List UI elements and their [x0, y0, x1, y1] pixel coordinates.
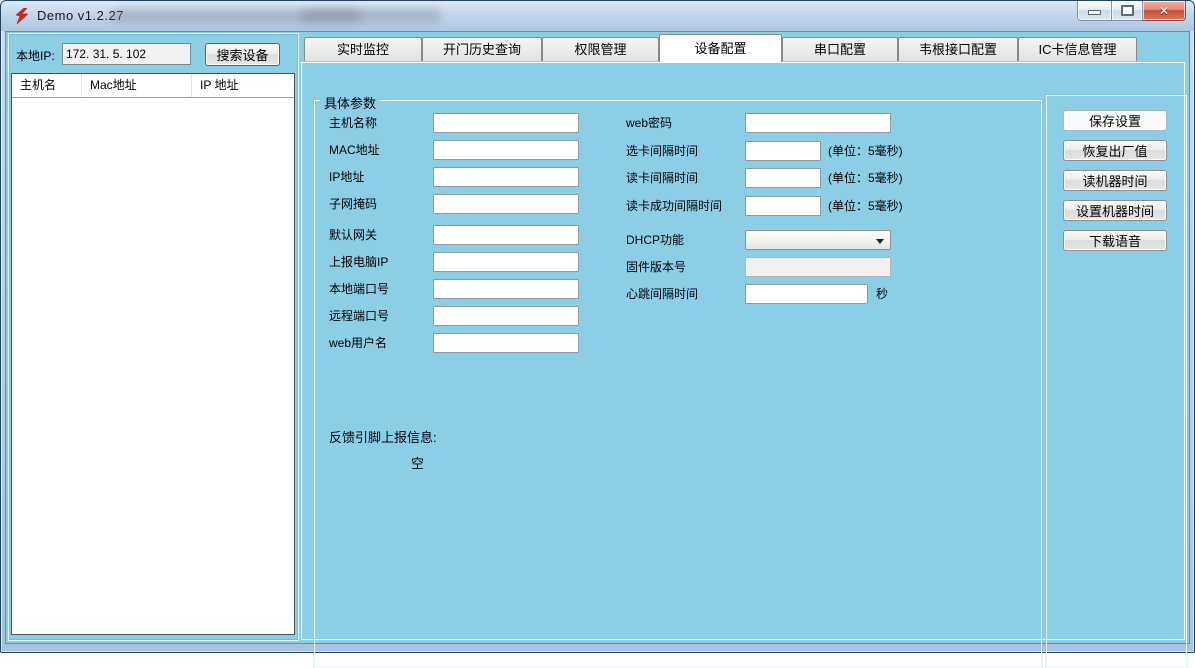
tab-wiegand-config[interactable]: 韦根接口配置 — [898, 37, 1018, 61]
device-list-body[interactable] — [12, 98, 294, 634]
local-port-label: 本地端口号 — [329, 279, 389, 299]
column-header-mac[interactable]: Mac地址 — [82, 74, 192, 97]
firmware-version-input — [745, 257, 891, 277]
device-list-header: 主机名 Mac地址 IP 地址 — [12, 74, 294, 98]
web-password-input[interactable] — [745, 113, 891, 133]
report-pc-ip-input[interactable] — [433, 252, 579, 272]
group-actions: 保存设置 恢复出厂值 读机器时间 设置机器时间 下载语音 — [1046, 95, 1187, 668]
card-read-interval-unit: (单位：5毫秒) — [828, 168, 903, 188]
web-password-label: web密码 — [626, 113, 672, 133]
tab-ic-card-info[interactable]: IC卡信息管理 — [1018, 37, 1137, 61]
local-ip-label: 本地IP: — [16, 47, 55, 64]
tab-permission-management[interactable]: 权限管理 — [542, 37, 659, 61]
card-read-interval-input[interactable] — [745, 168, 821, 188]
read-machine-time-button[interactable]: 读机器时间 — [1063, 170, 1167, 191]
card-read-success-interval-unit: (单位：5毫秒) — [828, 196, 903, 216]
card-select-interval-unit: (单位：5毫秒) — [828, 141, 903, 161]
set-machine-time-button[interactable]: 设置机器时间 — [1063, 200, 1167, 221]
card-select-interval-label: 选卡间隔时间 — [626, 141, 698, 161]
web-username-input[interactable] — [433, 333, 579, 353]
maximize-button[interactable] — [1112, 1, 1143, 21]
mac-address-input[interactable] — [433, 140, 579, 160]
column-header-hostname[interactable]: 主机名 — [12, 74, 82, 97]
card-read-success-interval-label: 读卡成功间隔时间 — [626, 196, 722, 216]
local-ip-input[interactable] — [62, 43, 191, 65]
save-settings-button[interactable]: 保存设置 — [1063, 110, 1167, 131]
ip-address-input[interactable] — [433, 167, 579, 187]
card-select-interval-input[interactable] — [745, 141, 821, 161]
firmware-version-label: 固件版本号 — [626, 257, 686, 277]
local-port-input[interactable] — [433, 279, 579, 299]
main-area: 实时监控 开门历史查询 权限管理 设备配置 串口配置 韦根接口配置 IC卡信息管… — [299, 32, 1189, 643]
group-specific-params: 具体参数 主机名称 MAC地址 IP地址 子网掩 — [314, 100, 1042, 668]
maximize-icon — [1121, 5, 1134, 16]
subnet-mask-label: 子网掩码 — [329, 194, 377, 214]
remote-port-label: 远程端口号 — [329, 306, 389, 326]
window-controls: ✕ — [1077, 1, 1186, 20]
tab-realtime-monitor[interactable]: 实时监控 — [304, 37, 422, 61]
host-name-input[interactable] — [433, 113, 579, 133]
group-title: 具体参数 — [320, 93, 380, 112]
mac-address-label: MAC地址 — [329, 140, 380, 160]
titlebar-blur-artifact — [301, 8, 441, 23]
app-logo-lightning-icon — [14, 8, 30, 24]
card-read-interval-label: 读卡间隔时间 — [626, 168, 698, 188]
heartbeat-interval-label: 心跳间隔时间 — [626, 284, 698, 304]
remote-port-input[interactable] — [433, 306, 579, 326]
dhcp-function-label: DHCP功能 — [626, 230, 684, 250]
web-username-label: web用户名 — [329, 333, 387, 353]
download-voice-button[interactable]: 下载语音 — [1063, 230, 1167, 251]
report-pc-ip-label: 上报电脑IP — [329, 252, 388, 272]
column-header-ip[interactable]: IP 地址 — [192, 74, 294, 97]
app-window: Demo v1.2.27 ✕ 本地IP: 搜索设备 主机名 Mac地址 — [0, 0, 1195, 653]
card-read-success-interval-input[interactable] — [745, 196, 821, 216]
default-gateway-label: 默认网关 — [329, 225, 377, 245]
tab-door-open-history[interactable]: 开门历史查询 — [422, 37, 542, 61]
device-config-page: 具体参数 主机名称 MAC地址 IP地址 子网掩 — [301, 62, 1185, 640]
dhcp-function-select[interactable] — [745, 230, 891, 250]
close-icon: ✕ — [1159, 4, 1169, 18]
tab-strip: 实时监控 开门历史查询 权限管理 设备配置 串口配置 韦根接口配置 IC卡信息管… — [301, 34, 1187, 62]
minimize-icon — [1088, 10, 1101, 15]
tab-serial-config[interactable]: 串口配置 — [782, 37, 898, 61]
search-device-button[interactable]: 搜索设备 — [205, 43, 280, 66]
titlebar[interactable]: Demo v1.2.27 ✕ — [1, 1, 1194, 31]
restore-factory-button[interactable]: 恢复出厂值 — [1063, 140, 1167, 161]
heartbeat-interval-unit: 秒 — [876, 284, 888, 304]
feedback-pin-report-label: 反馈引脚上报信息: — [329, 427, 437, 446]
subnet-mask-input[interactable] — [433, 194, 579, 214]
host-name-label: 主机名称 — [329, 113, 377, 133]
close-button[interactable]: ✕ — [1143, 1, 1186, 21]
minimize-button[interactable] — [1077, 1, 1112, 21]
chevron-down-icon — [876, 239, 884, 244]
ip-address-label: IP地址 — [329, 167, 364, 187]
device-list[interactable]: 主机名 Mac地址 IP 地址 — [11, 73, 295, 635]
default-gateway-input[interactable] — [433, 225, 579, 245]
feedback-pin-report-value: 空 — [411, 453, 424, 472]
client-area: 本地IP: 搜索设备 主机名 Mac地址 IP 地址 实时监控 开门历史查询 权… — [5, 31, 1190, 644]
device-search-panel: 本地IP: 搜索设备 主机名 Mac地址 IP 地址 — [8, 33, 299, 641]
heartbeat-interval-input[interactable] — [745, 284, 868, 304]
tab-device-config[interactable]: 设备配置 — [659, 34, 782, 62]
